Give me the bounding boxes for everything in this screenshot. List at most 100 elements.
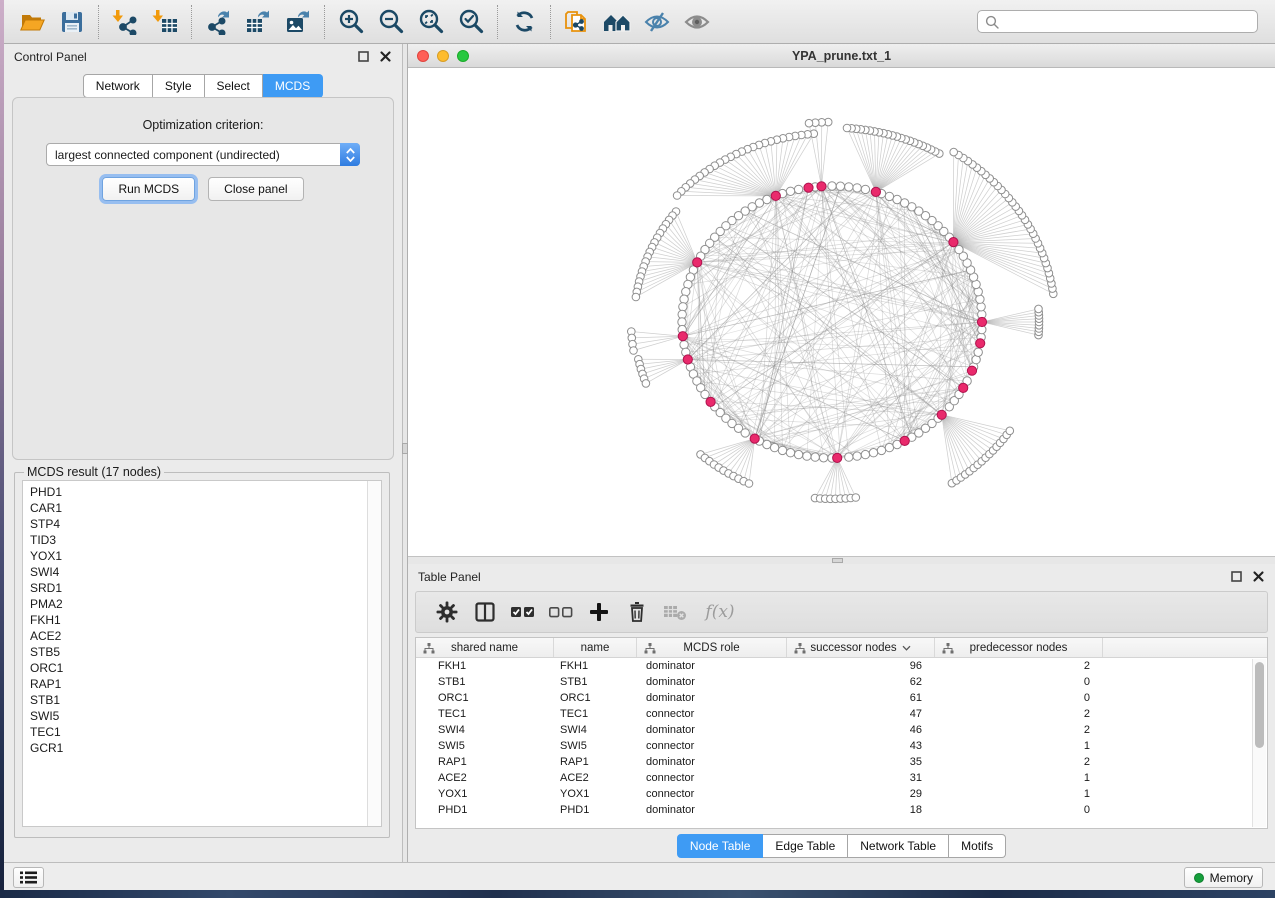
cell-name: ACE2 <box>554 772 637 784</box>
table-row[interactable]: SWI5SWI5connector431 <box>416 738 1267 754</box>
mcds-result-item[interactable]: PMA2 <box>30 596 381 612</box>
table-panel-tabs: Node TableEdge TableNetwork TableMotifs <box>408 834 1275 858</box>
column-header-predecessor-nodes[interactable]: predecessor nodes <box>935 638 1103 657</box>
select-all-rows-icon[interactable] <box>504 594 542 630</box>
mcds-result-item[interactable]: TEC1 <box>30 724 381 740</box>
close-panel-icon[interactable] <box>1252 570 1265 583</box>
column-header-shared-name[interactable]: shared name <box>416 638 554 657</box>
tab-edge-table[interactable]: Edge Table <box>763 834 848 858</box>
mcds-result-item[interactable]: YOX1 <box>30 548 381 564</box>
tab-select[interactable]: Select <box>205 74 263 98</box>
mcds-result-item[interactable]: FKH1 <box>30 612 381 628</box>
mcds-result-item[interactable]: RAP1 <box>30 676 381 692</box>
deselect-all-rows-icon[interactable] <box>542 594 580 630</box>
control-panel: Control Panel NetworkStyleSelectMCDS Opt… <box>4 44 402 862</box>
close-panel-button[interactable]: Close panel <box>208 177 303 201</box>
float-panel-icon[interactable] <box>1230 570 1243 583</box>
table-row[interactable]: RAP1RAP1dominator352 <box>416 754 1267 770</box>
cell-predecessor-nodes: 1 <box>935 788 1103 800</box>
toolbar-separator <box>324 5 325 39</box>
cell-name: SWI5 <box>554 740 637 752</box>
float-panel-icon[interactable] <box>357 50 370 63</box>
search-input[interactable] <box>1004 15 1250 29</box>
mcds-result-item[interactable]: ACE2 <box>30 628 381 644</box>
mcds-list-scrollbar[interactable] <box>367 481 381 826</box>
cell-predecessor-nodes: 0 <box>935 676 1103 688</box>
table-scrollbar-thumb[interactable] <box>1255 662 1264 748</box>
mcds-result-item[interactable]: SWI4 <box>30 564 381 580</box>
cell-shared-name: SWI5 <box>416 740 554 752</box>
memory-button[interactable]: Memory <box>1184 867 1263 888</box>
table-row[interactable]: ORC1ORC1dominator610 <box>416 690 1267 706</box>
cell-MCDS-role: dominator <box>637 676 787 688</box>
tab-network-table[interactable]: Network Table <box>848 834 949 858</box>
import-network-icon[interactable] <box>105 3 145 41</box>
mcds-result-item[interactable]: STB5 <box>30 644 381 660</box>
mcds-result-item[interactable]: TID3 <box>30 532 381 548</box>
open-session-icon[interactable] <box>12 3 52 41</box>
table-row[interactable]: SWI4SWI4dominator462 <box>416 722 1267 738</box>
table-row[interactable]: TEC1TEC1connector472 <box>416 706 1267 722</box>
hide-graphics-details-icon[interactable] <box>637 3 677 41</box>
network-window-title: YPA_prune.txt_1 <box>408 49 1275 63</box>
import-table-icon[interactable] <box>145 3 185 41</box>
column-header-successor-nodes[interactable]: successor nodes <box>787 638 935 657</box>
save-session-icon[interactable] <box>52 3 92 41</box>
tab-style[interactable]: Style <box>153 74 205 98</box>
show-column-panel-icon[interactable] <box>466 594 504 630</box>
mcds-result-item[interactable]: GCR1 <box>30 740 381 756</box>
share-document-icon[interactable] <box>557 3 597 41</box>
cell-shared-name: YOX1 <box>416 788 554 800</box>
tab-node-table[interactable]: Node Table <box>677 834 764 858</box>
memory-label: Memory <box>1210 871 1253 885</box>
table-row[interactable]: ACE2ACE2connector311 <box>416 770 1267 786</box>
home-icon[interactable] <box>597 3 637 41</box>
cell-MCDS-role: dominator <box>637 756 787 768</box>
birds-eye-view-icon[interactable] <box>677 3 717 41</box>
close-panel-icon[interactable] <box>379 50 392 63</box>
cell-name: YOX1 <box>554 788 637 800</box>
export-table-icon[interactable] <box>238 3 278 41</box>
search-field[interactable] <box>977 10 1258 33</box>
cell-name: RAP1 <box>554 756 637 768</box>
horizontal-split-grip[interactable] <box>832 558 843 563</box>
table-row[interactable]: FKH1FKH1dominator962 <box>416 658 1267 674</box>
mcds-result-list[interactable]: PHD1CAR1STP4TID3YOX1SWI4SRD1PMA2FKH1ACE2… <box>22 480 382 827</box>
mcds-result-item[interactable]: SWI5 <box>30 708 381 724</box>
tab-motifs[interactable]: Motifs <box>949 834 1006 858</box>
optimization-criterion-select[interactable]: largest connected component (undirected) <box>46 143 360 166</box>
control-panel-tabs: NetworkStyleSelectMCDS <box>4 74 402 98</box>
table-row[interactable]: STB1STB1dominator620 <box>416 674 1267 690</box>
zoom-selected-icon[interactable] <box>451 3 491 41</box>
delete-column-icon[interactable] <box>618 594 656 630</box>
mcds-result-item[interactable]: ORC1 <box>30 660 381 676</box>
mcds-result-item[interactable]: PHD1 <box>30 484 381 500</box>
run-mcds-button[interactable]: Run MCDS <box>102 177 195 201</box>
zoom-out-icon[interactable] <box>371 3 411 41</box>
table-settings-gear-icon[interactable] <box>428 594 466 630</box>
mcds-result-item[interactable]: CAR1 <box>30 500 381 516</box>
refresh-icon[interactable] <box>504 3 544 41</box>
cell-MCDS-role: connector <box>637 708 787 720</box>
export-image-icon[interactable] <box>278 3 318 41</box>
table-row[interactable]: YOX1YOX1connector291 <box>416 786 1267 802</box>
mcds-result-item[interactable]: SRD1 <box>30 580 381 596</box>
mcds-result-item[interactable]: STB1 <box>30 692 381 708</box>
network-canvas[interactable] <box>408 68 1275 556</box>
cell-successor-nodes: 29 <box>787 788 935 800</box>
zoom-fit-icon[interactable] <box>411 3 451 41</box>
delete-table-icon-disabled <box>656 594 694 630</box>
column-header-MCDS-role[interactable]: MCDS role <box>637 638 787 657</box>
tab-network[interactable]: Network <box>83 74 153 98</box>
export-network-icon[interactable] <box>198 3 238 41</box>
column-header-name[interactable]: name <box>554 638 637 657</box>
tab-mcds[interactable]: MCDS <box>263 74 323 98</box>
mcds-result-item[interactable]: STP4 <box>30 516 381 532</box>
cell-shared-name: ACE2 <box>416 772 554 784</box>
zoom-in-icon[interactable] <box>331 3 371 41</box>
task-history-list-icon[interactable] <box>13 867 44 888</box>
network-window-titlebar[interactable]: YPA_prune.txt_1 <box>408 44 1275 68</box>
add-column-icon[interactable] <box>580 594 618 630</box>
table-scrollbar[interactable] <box>1252 659 1266 827</box>
table-row[interactable]: PHD1PHD1dominator180 <box>416 802 1267 818</box>
